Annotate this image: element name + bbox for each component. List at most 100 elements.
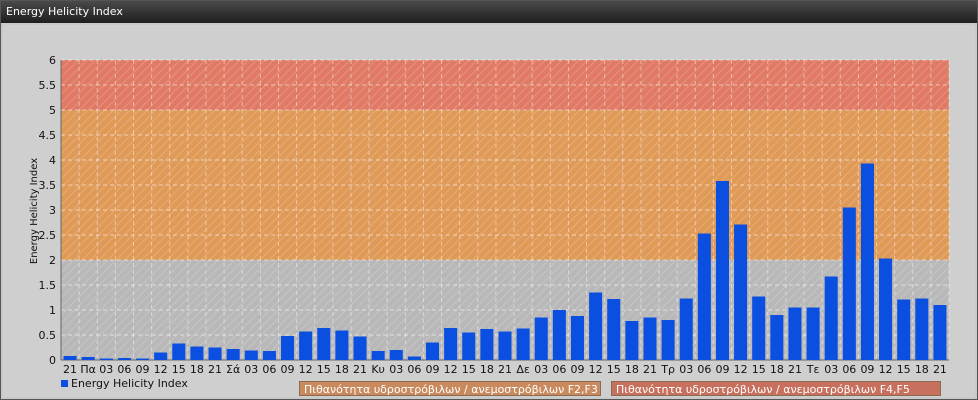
x-tick-label: 09 (715, 363, 729, 376)
bar (806, 307, 820, 360)
bar (897, 299, 911, 360)
bar (933, 305, 947, 360)
x-tick-label: 21 (788, 363, 802, 376)
x-tick-label: 21 (498, 363, 512, 376)
bar (589, 292, 603, 360)
y-tick-label: 4 (49, 154, 56, 167)
bar (534, 317, 548, 360)
bar (244, 350, 258, 360)
energy-helicity-chart: 00.511.522.533.544.555.56 21 Πα 03 06 09 12 15… (29, 54, 950, 376)
x-tick-label: 21 (353, 363, 367, 376)
bar (752, 296, 766, 360)
x-tick-label: 21 (63, 363, 77, 376)
y-tick-label: 0 (49, 354, 56, 367)
bar (915, 298, 929, 360)
x-tick-label: 03 (824, 363, 838, 376)
x-tick-label: 12 (734, 363, 748, 376)
bar (860, 163, 874, 360)
x-tick-label: 09 (281, 363, 295, 376)
y-tick-label: 6 (49, 54, 56, 67)
x-tick-label: 06 (697, 363, 711, 376)
series-legend: Energy Helicity Index (61, 377, 188, 390)
bar (389, 350, 403, 360)
bar (262, 351, 276, 360)
x-tick-label: 18 (480, 363, 494, 376)
bar (190, 346, 204, 360)
x-tick-label: 09 (860, 363, 874, 376)
x-tick-label: Τρ (660, 363, 675, 376)
y-tick-label: 3.5 (39, 179, 57, 192)
band-legend-f2f3: Πιθανότητα υδροστρόβιλων / ανεμοστρόβιλω… (299, 381, 601, 396)
x-tick-label: 09 (136, 363, 150, 376)
x-tick-label: 15 (752, 363, 766, 376)
x-tick-label: 21 (933, 363, 947, 376)
bar (317, 328, 331, 360)
x-tick-label: 12 (879, 363, 893, 376)
bar (625, 321, 639, 360)
band-legend-f4f5: Πιθανότητα υδροστρόβιλων / ανεμοστρόβιλω… (611, 381, 941, 396)
bar (136, 358, 150, 360)
x-tick-label: 21 (208, 363, 222, 376)
bar (643, 317, 657, 360)
x-tick-label: 18 (190, 363, 204, 376)
x-tick-label: Δε (516, 363, 530, 376)
x-tick-label: Τε (806, 363, 820, 376)
x-tick-label: 12 (154, 363, 168, 376)
x-tick-label: 06 (552, 363, 566, 376)
bar (552, 310, 566, 360)
x-tick-label: 15 (897, 363, 911, 376)
x-tick-label: Σά (226, 363, 240, 376)
x-tick-label: 18 (770, 363, 784, 376)
bar (715, 181, 729, 360)
bar (444, 328, 458, 360)
bar (462, 332, 476, 360)
y-tick-label: 5.5 (39, 79, 57, 92)
bar (154, 352, 168, 360)
x-tick-label: 09 (426, 363, 440, 376)
bar (299, 331, 313, 360)
bar (879, 258, 893, 360)
series-legend-swatch (61, 380, 68, 387)
x-tick-label: 18 (915, 363, 929, 376)
bar (281, 336, 295, 360)
x-tick-label: 15 (172, 363, 186, 376)
y-tick-label: 2.5 (39, 229, 57, 242)
x-tick-label: 18 (335, 363, 349, 376)
series-legend-label: Energy Helicity Index (71, 377, 188, 390)
x-tick-label: 12 (589, 363, 603, 376)
bar (425, 342, 440, 360)
bar (824, 276, 838, 360)
y-tick-label: 1 (49, 304, 56, 317)
x-tick-label: Πα (80, 363, 96, 376)
bar (734, 224, 748, 360)
bar (99, 358, 113, 360)
bar (788, 307, 802, 360)
x-tick-label: 18 (625, 363, 639, 376)
bar (516, 328, 530, 360)
bar (117, 358, 131, 360)
x-tick-label: 03 (389, 363, 403, 376)
y-tick-label: 1.5 (39, 279, 57, 292)
x-tick-label: 03 (534, 363, 548, 376)
chart-window: Energy Helicity Index 0 0.5 1 1.5 2 2.5 3 3.5 4 4… (0, 0, 978, 400)
x-tick-label: 06 (842, 363, 856, 376)
bar (679, 298, 693, 360)
bar (697, 233, 711, 360)
x-tick-label: 06 (407, 363, 421, 376)
x-tick-label: Κυ (371, 363, 385, 376)
x-tick-label: 06 (117, 363, 131, 376)
x-tick-label: 03 (244, 363, 258, 376)
x-tick-label: 12 (444, 363, 458, 376)
y-tick-label: 4.5 (39, 129, 57, 142)
bar (607, 299, 621, 360)
bar (371, 351, 385, 360)
y-tick-label: 0.5 (39, 329, 57, 342)
x-tick-label: 21 (643, 363, 657, 376)
x-tick-label: 06 (262, 363, 276, 376)
x-tick-label: 03 (679, 363, 693, 376)
bar (661, 320, 675, 360)
y-tick-label: 5 (49, 104, 56, 117)
x-tick-label: 03 (99, 363, 113, 376)
y-tick-label: 2 (49, 254, 56, 267)
bar (498, 331, 512, 360)
